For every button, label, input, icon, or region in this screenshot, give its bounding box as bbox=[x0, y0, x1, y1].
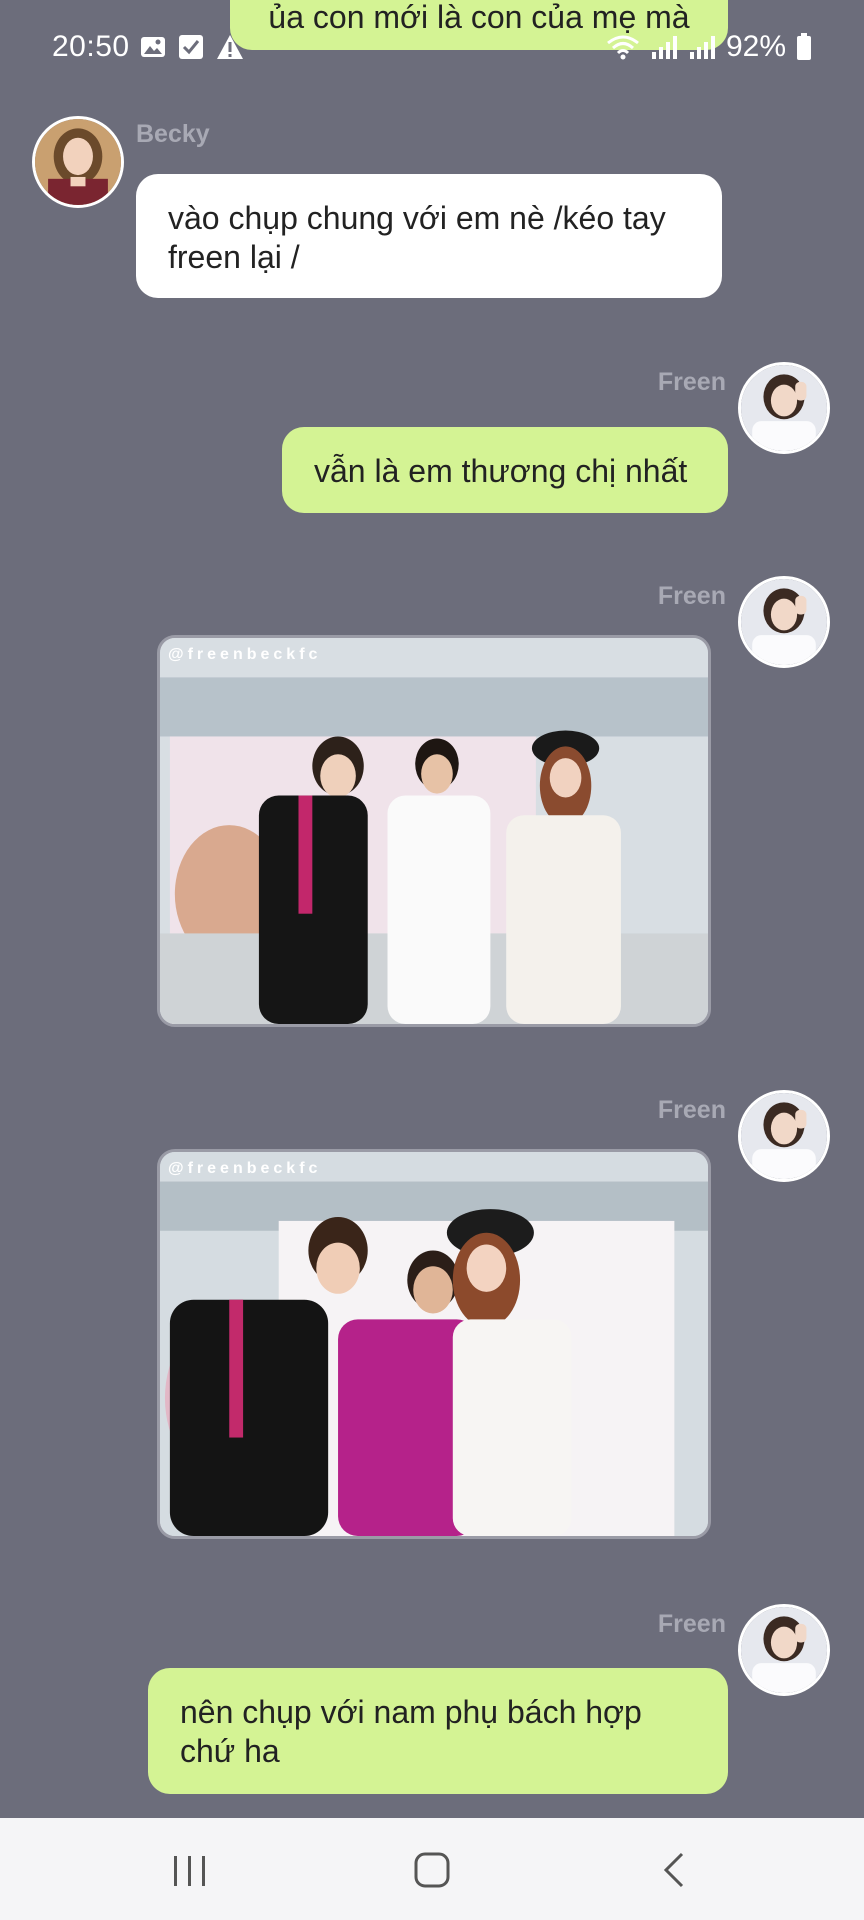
avatar-image bbox=[35, 119, 121, 205]
avatar[interactable] bbox=[738, 576, 830, 668]
recent-apps-icon bbox=[174, 1856, 205, 1886]
avatar-image bbox=[741, 1093, 827, 1179]
photo-image bbox=[160, 1152, 708, 1536]
avatar[interactable] bbox=[738, 1604, 830, 1696]
sender-name: Becky bbox=[136, 120, 210, 148]
status-time: 20:50 bbox=[52, 30, 130, 63]
photo-watermark: @freenbeckfc bbox=[168, 646, 322, 663]
avatar-image bbox=[741, 365, 827, 451]
sender-name: Freen bbox=[657, 1096, 726, 1124]
photo-message[interactable]: @freenbeckfc bbox=[157, 1149, 711, 1539]
signal-icon-2 bbox=[689, 36, 715, 59]
avatar[interactable] bbox=[738, 1090, 830, 1182]
status-bar: 20:50 92% bbox=[0, 0, 864, 96]
warning-icon bbox=[217, 35, 243, 59]
navigation-bar bbox=[0, 1818, 864, 1920]
sender-name: Freen bbox=[657, 368, 726, 396]
avatar[interactable] bbox=[32, 116, 124, 208]
battery-percent: 92% bbox=[725, 30, 786, 63]
message-bubble[interactable]: nên chụp với nam phụ bách hợp chứ ha bbox=[148, 1668, 728, 1794]
checklist-icon bbox=[179, 35, 203, 59]
wifi-icon bbox=[607, 35, 639, 60]
back-button[interactable] bbox=[644, 1846, 704, 1894]
message-text: vẫn là em thương chị nhất bbox=[314, 453, 688, 489]
recent-apps-button[interactable] bbox=[160, 1846, 220, 1894]
message-text: nên chụp với nam phụ bách hợp chứ ha bbox=[180, 1694, 642, 1769]
message-bubble[interactable]: vẫn là em thương chị nhất bbox=[282, 427, 728, 513]
signal-icon bbox=[651, 36, 677, 59]
avatar[interactable] bbox=[738, 362, 830, 454]
home-button[interactable] bbox=[402, 1846, 462, 1894]
sender-name: Freen bbox=[657, 582, 726, 610]
photo-image bbox=[160, 638, 708, 1024]
message-text: vào chụp chung với em nè /kéo tay freen … bbox=[168, 200, 666, 275]
system-icons: 92% bbox=[606, 30, 812, 64]
gallery-icon bbox=[141, 37, 165, 57]
avatar-image bbox=[741, 579, 827, 665]
home-icon bbox=[414, 1852, 450, 1888]
back-icon bbox=[663, 1852, 684, 1888]
photo-watermark: @freenbeckfc bbox=[168, 1160, 322, 1177]
sender-name: Freen bbox=[657, 1610, 726, 1638]
photo-message[interactable]: @freenbeckfc bbox=[157, 635, 711, 1027]
battery-icon bbox=[797, 33, 811, 60]
avatar-image bbox=[741, 1607, 827, 1693]
message-bubble[interactable]: vào chụp chung với em nè /kéo tay freen … bbox=[136, 174, 722, 298]
notification-icons bbox=[140, 34, 244, 60]
